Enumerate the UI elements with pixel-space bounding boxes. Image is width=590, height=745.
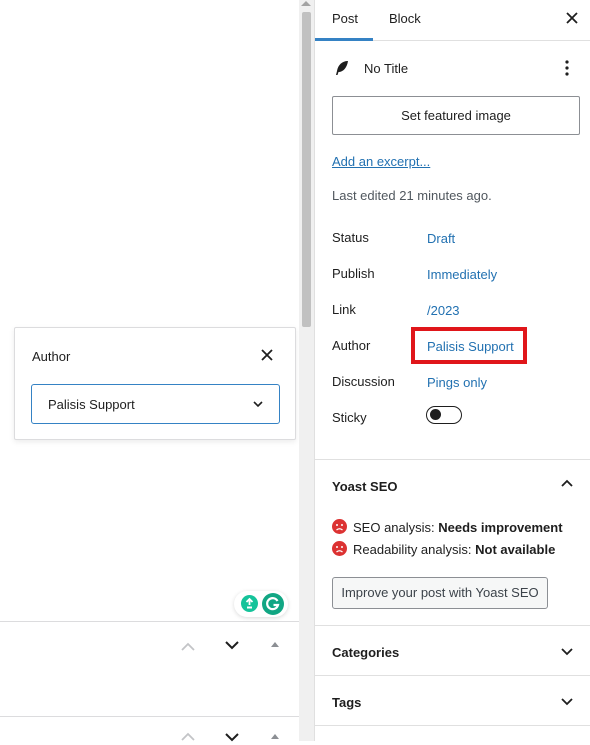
add-excerpt-link[interactable]: Add an excerpt... bbox=[332, 154, 430, 169]
author-popover: Author Palisis Support bbox=[14, 327, 296, 440]
tab-block[interactable]: Block bbox=[389, 11, 421, 26]
readability-analysis-value: Not available bbox=[475, 542, 556, 557]
grammarly-widget[interactable] bbox=[234, 591, 288, 617]
author-select-value: Palisis Support bbox=[48, 397, 135, 412]
link-value[interactable]: /2023 bbox=[427, 303, 460, 318]
toggle-knob bbox=[430, 409, 441, 420]
set-featured-image-button[interactable]: Set featured image bbox=[332, 96, 580, 135]
categories-section-title[interactable]: Categories bbox=[332, 645, 399, 660]
chevron-down-icon bbox=[253, 401, 263, 408]
close-icon[interactable] bbox=[563, 9, 581, 27]
author-select[interactable]: Palisis Support bbox=[31, 384, 280, 424]
tags-section-title[interactable]: Tags bbox=[332, 695, 361, 710]
sidebar-tabs: Post Block bbox=[315, 0, 590, 41]
publish-label: Publish bbox=[332, 266, 375, 281]
more-vertical-icon[interactable] bbox=[561, 58, 573, 78]
sticky-toggle[interactable] bbox=[426, 406, 462, 424]
seo-analysis-value: Needs improvement bbox=[438, 520, 563, 535]
divider bbox=[315, 675, 590, 676]
block-row bbox=[0, 621, 299, 716]
divider bbox=[315, 459, 590, 460]
triangle-up-icon[interactable] bbox=[269, 730, 281, 742]
last-edited-text: Last edited 21 minutes ago. bbox=[332, 188, 492, 203]
post-summary: No Title bbox=[332, 58, 582, 80]
block-row bbox=[0, 716, 299, 742]
improve-yoast-button[interactable]: Improve your post with Yoast SEO bbox=[332, 577, 548, 609]
editor-canvas: Author Palisis Support bbox=[0, 0, 299, 742]
chevron-down-icon[interactable] bbox=[224, 637, 240, 653]
settings-sidebar: Post Block No Title Set featured image A… bbox=[314, 0, 590, 741]
post-title: No Title bbox=[364, 61, 409, 76]
grammarly-logo-icon[interactable] bbox=[262, 593, 284, 615]
discussion-value[interactable]: Pings only bbox=[427, 375, 487, 390]
yoast-section-title[interactable]: Yoast SEO bbox=[332, 479, 398, 494]
author-label: Author bbox=[332, 338, 371, 353]
readability-analysis-label: Readability analysis: bbox=[353, 542, 476, 557]
publish-value[interactable]: Immediately bbox=[427, 267, 497, 282]
seo-analysis-label: SEO analysis: bbox=[353, 520, 439, 535]
chevron-up-icon[interactable] bbox=[560, 477, 574, 491]
chevron-down-icon[interactable] bbox=[224, 729, 240, 745]
chevron-down-icon[interactable] bbox=[560, 644, 574, 658]
status-label: Status bbox=[332, 230, 369, 245]
divider bbox=[315, 725, 590, 726]
triangle-up-icon[interactable] bbox=[269, 638, 281, 650]
active-tab-indicator bbox=[315, 38, 373, 41]
sad-face-icon bbox=[332, 519, 347, 534]
link-label: Link bbox=[332, 302, 356, 317]
author-value[interactable]: Palisis Support bbox=[427, 339, 514, 354]
sticky-label: Sticky bbox=[332, 410, 367, 425]
feather-icon bbox=[336, 61, 348, 75]
tab-post[interactable]: Post bbox=[332, 11, 358, 26]
sad-face-icon bbox=[332, 541, 347, 556]
close-icon[interactable] bbox=[259, 347, 275, 363]
scroll-up-arrow-icon[interactable] bbox=[301, 1, 311, 6]
chevron-up-icon[interactable] bbox=[180, 639, 196, 655]
scrollbar-thumb[interactable] bbox=[302, 12, 311, 327]
status-value[interactable]: Draft bbox=[427, 231, 455, 246]
chevron-up-icon[interactable] bbox=[180, 729, 196, 745]
discussion-label: Discussion bbox=[332, 374, 395, 389]
lightbulb-icon[interactable] bbox=[241, 595, 258, 612]
divider bbox=[315, 625, 590, 626]
author-popover-title: Author bbox=[32, 349, 71, 364]
chevron-down-icon[interactable] bbox=[560, 694, 574, 708]
